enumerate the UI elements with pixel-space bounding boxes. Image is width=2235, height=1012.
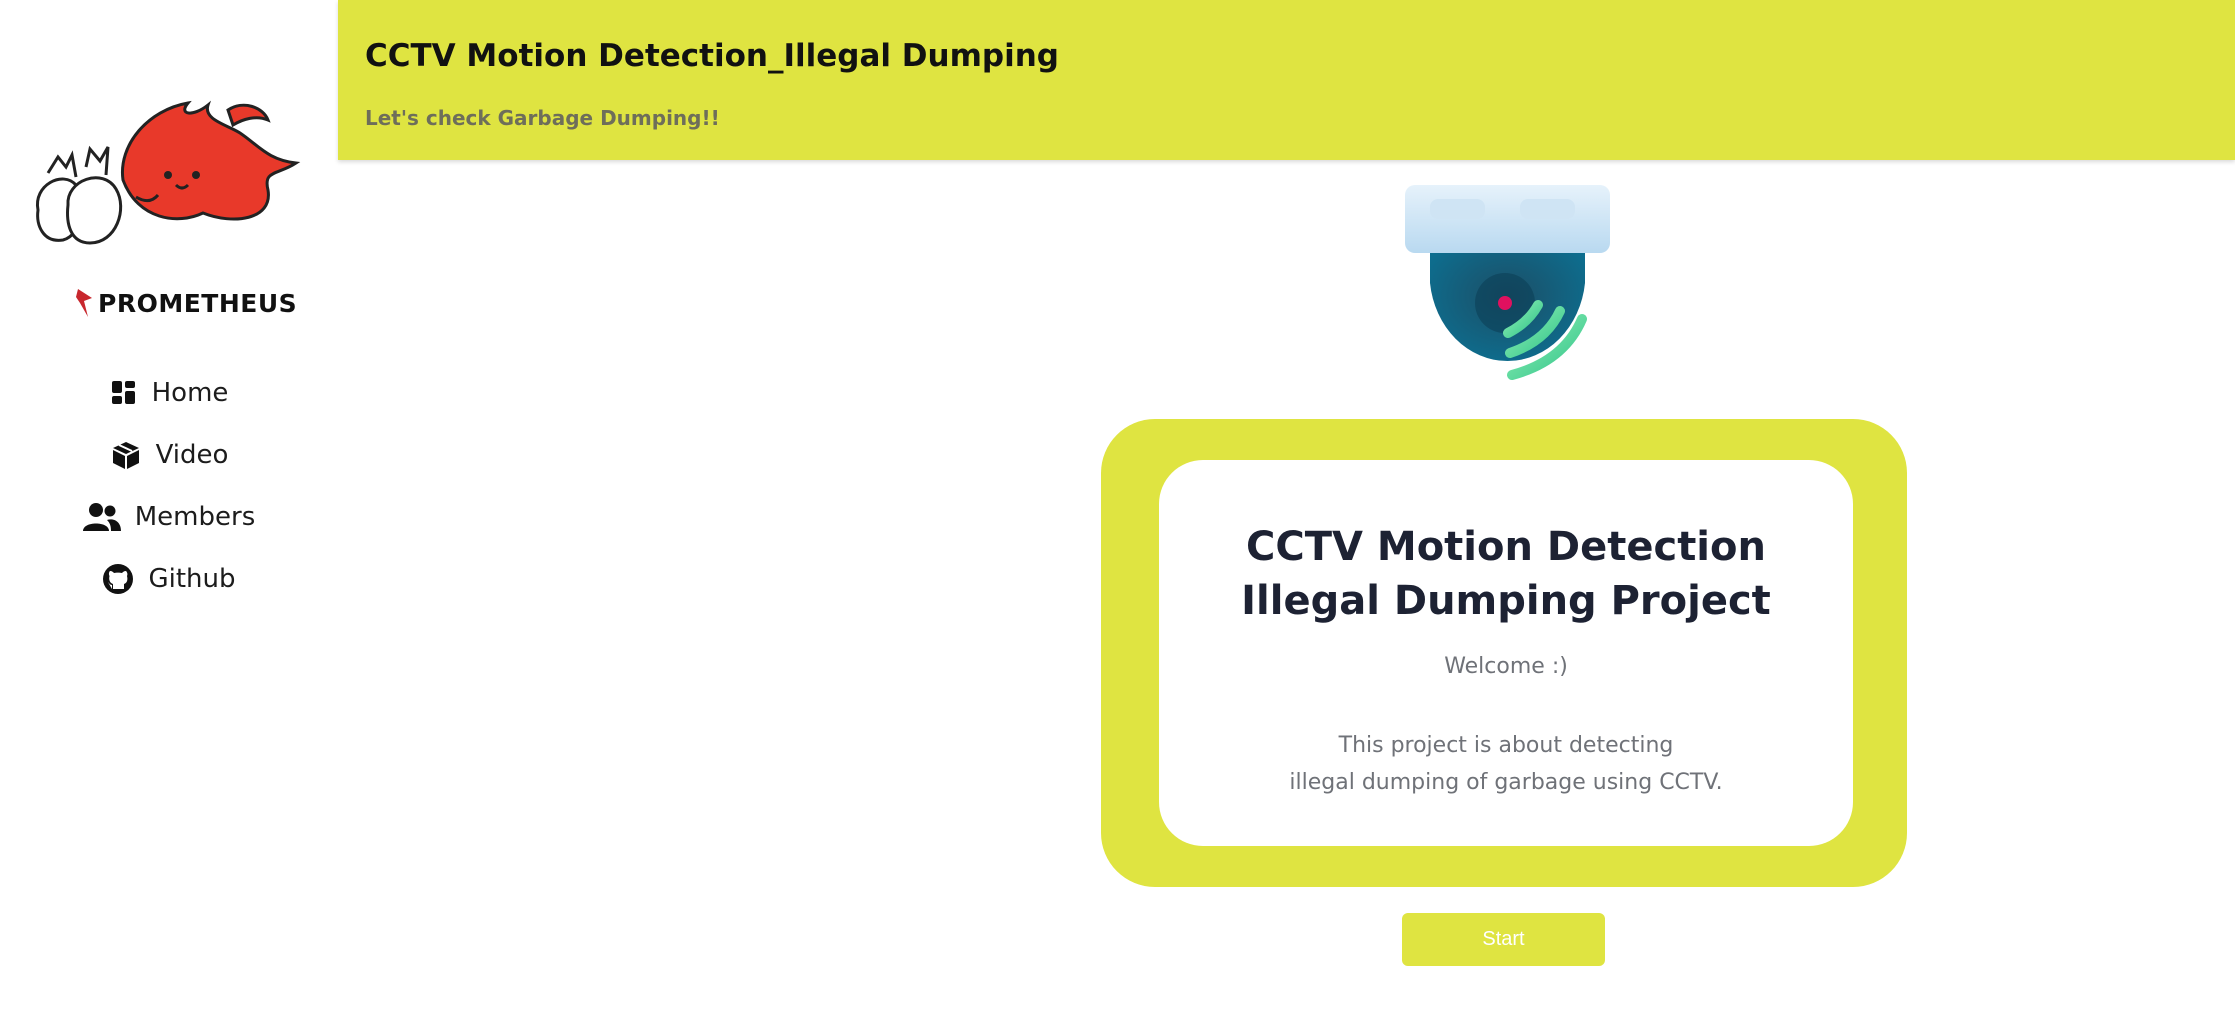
dashboard-icon [111, 381, 135, 404]
sidebar-item-label: Video [155, 440, 229, 470]
project-description: This project is about detecting illegal … [1159, 727, 1853, 801]
intro-card-body: CCTV Motion Detection Illegal Dumping Pr… [1159, 460, 1853, 846]
sidebar-item-github[interactable]: Github [0, 548, 338, 610]
project-title: CCTV Motion Detection Illegal Dumping Pr… [1159, 460, 1853, 628]
welcome-text: Welcome :) [1444, 654, 1568, 679]
project-title-line-1: CCTV Motion Detection [1246, 524, 1766, 570]
intro-card: CCTV Motion Detection Illegal Dumping Pr… [1101, 419, 1907, 887]
sidebar-nav: Home Video Members Github [0, 362, 338, 610]
sidebar-item-label: Home [151, 378, 229, 408]
box-icon [112, 442, 139, 469]
brand-name: PROMETHEUS [98, 288, 298, 318]
sidebar-item-video[interactable]: Video [0, 424, 338, 486]
brand-logo: PROMETHEUS [76, 288, 297, 318]
github-icon [103, 564, 134, 594]
sidebar-item-label: Members [134, 502, 256, 532]
users-icon [82, 503, 121, 531]
mascot-logo [36, 100, 301, 245]
page-title: CCTV Motion Detection_Illegal Dumping [365, 38, 1059, 74]
project-title-line-2: Illegal Dumping Project [1241, 578, 1771, 624]
sidebar-item-members[interactable]: Members [0, 486, 338, 548]
top-header: CCTV Motion Detection_Illegal Dumping Le… [338, 0, 2235, 160]
sidebar: PROMETHEUS Home Video Members Github [0, 0, 338, 1012]
sidebar-item-home[interactable]: Home [0, 362, 338, 424]
page-subtitle: Let's check Garbage Dumping!! [365, 106, 720, 130]
description-line-1: This project is about detecting [1338, 733, 1674, 758]
start-button[interactable]: Start [1402, 913, 1605, 966]
sidebar-item-label: Github [148, 564, 236, 594]
prometheus-mark-icon [76, 289, 92, 317]
cctv-camera-icon [1405, 185, 1610, 380]
description-line-2: illegal dumping of garbage using CCTV. [1289, 770, 1723, 795]
